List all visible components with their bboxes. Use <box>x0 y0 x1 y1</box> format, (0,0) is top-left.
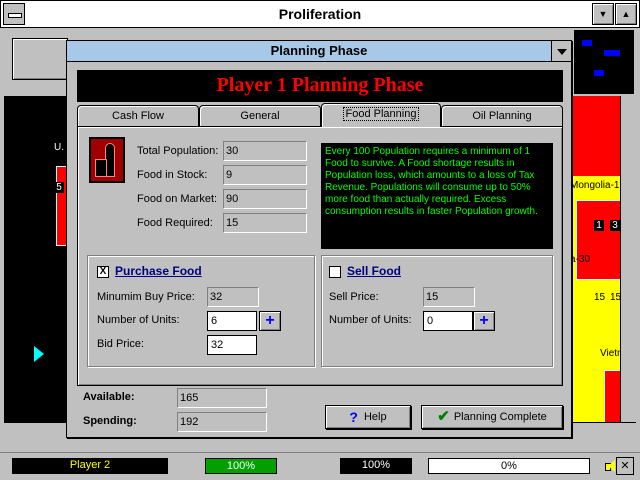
tab-food-planning[interactable]: Food Planning <box>321 103 441 127</box>
total-population-value: 30 <box>223 141 307 161</box>
toolbar-button[interactable] <box>12 38 68 80</box>
sell-units-input[interactable]: 0 <box>423 311 473 331</box>
minimap-spot <box>594 70 604 76</box>
sell-food-checkbox[interactable] <box>329 266 341 278</box>
progress-indicator-3: 0% <box>428 458 590 474</box>
available-value: 165 <box>177 388 267 408</box>
window-title: Proliferation <box>278 6 362 22</box>
purchase-units-label: Number of Units: <box>97 314 180 326</box>
minimap[interactable] <box>574 30 634 94</box>
map-count: 15 <box>610 292 622 303</box>
planning-complete-label: Planning Complete <box>453 411 547 423</box>
maximize-button[interactable]: ▲ <box>615 3 637 25</box>
sell-food-link[interactable]: Sell Food <box>347 264 401 278</box>
map-count: 3 <box>610 220 620 231</box>
tab-general[interactable]: General <box>199 105 321 127</box>
planning-banner: Player 1 Planning Phase <box>77 70 563 102</box>
speaker-icon[interactable] <box>603 459 615 473</box>
minimap-spot <box>604 50 620 56</box>
map-label: Mongolia-1 <box>570 180 620 191</box>
map-label: a-30 <box>570 254 591 265</box>
purchase-food-link[interactable]: Purchase Food <box>115 264 202 278</box>
sell-price-value: 15 <box>423 287 475 307</box>
dialog-title: Planning Phase <box>67 41 571 62</box>
minimap-spot <box>582 40 592 46</box>
map-label: U. <box>54 142 64 153</box>
barn-shape <box>95 159 107 177</box>
tab-oil-planning[interactable]: Oil Planning <box>441 105 563 127</box>
help-label: Help <box>363 411 387 423</box>
purchase-food-checkbox[interactable]: X <box>97 266 109 278</box>
food-required-label: Food Required: <box>137 217 213 229</box>
food-in-stock-value: 9 <box>223 165 307 185</box>
food-on-market-value: 90 <box>223 189 307 209</box>
tab-cash-flow[interactable]: Cash Flow <box>77 105 199 127</box>
spending-label: Spending: <box>83 415 137 427</box>
current-player: Player 2 <box>12 458 168 474</box>
food-on-market-label: Food on Market: <box>137 193 218 205</box>
food-in-stock-label: Food in Stock: <box>137 169 208 181</box>
food-info-text: Every 100 Population requires a minimum … <box>321 143 553 249</box>
main-title-bar: Proliferation ▼ ▲ <box>0 0 640 28</box>
purchase-units-plus-button[interactable]: + <box>259 311 281 331</box>
planning-complete-button[interactable]: ✔ Planning Complete <box>421 405 563 429</box>
close-button[interactable]: ✕ <box>616 457 634 475</box>
bid-price-label: Bid Price: <box>97 338 145 350</box>
scroll-left-arrow-icon[interactable] <box>34 346 44 362</box>
planning-dialog: Planning Phase Player 1 Planning Phase C… <box>66 40 572 438</box>
help-button[interactable]: ? Help <box>325 405 411 429</box>
progress-indicator-1: 100% <box>205 458 277 474</box>
map-count: 1 <box>594 220 604 231</box>
sell-units-label: Number of Units: <box>329 314 412 326</box>
min-buy-price-label: Minumim Buy Price: <box>97 291 195 303</box>
tab-label: Food Planning <box>342 107 420 121</box>
help-icon: ? <box>349 409 358 426</box>
checkmark-icon: ✔ <box>437 408 450 426</box>
minimize-button[interactable]: ▼ <box>592 3 614 25</box>
min-buy-price-value: 32 <box>207 287 259 307</box>
map-count: 5 <box>54 182 64 193</box>
farm-icon <box>89 137 125 183</box>
bid-price-input[interactable]: 32 <box>207 335 257 355</box>
map-count: 15 <box>594 292 606 303</box>
food-required-value: 15 <box>223 213 307 233</box>
sell-price-label: Sell Price: <box>329 291 379 303</box>
available-label: Available: <box>83 391 135 403</box>
spending-value: 192 <box>177 412 267 432</box>
tab-bar: Cash Flow General Food Planning Oil Plan… <box>77 103 563 127</box>
sell-units-plus-button[interactable]: + <box>473 311 495 331</box>
dialog-dropdown-button[interactable] <box>551 41 571 61</box>
purchase-units-input[interactable]: 6 <box>207 311 257 331</box>
total-population-label: Total Population: <box>137 145 219 157</box>
status-bar: Player 2 100% 100% 0% ✕ <box>0 452 640 480</box>
progress-indicator-2: 100% <box>340 458 412 474</box>
vertical-scrollbar[interactable] <box>620 96 636 436</box>
